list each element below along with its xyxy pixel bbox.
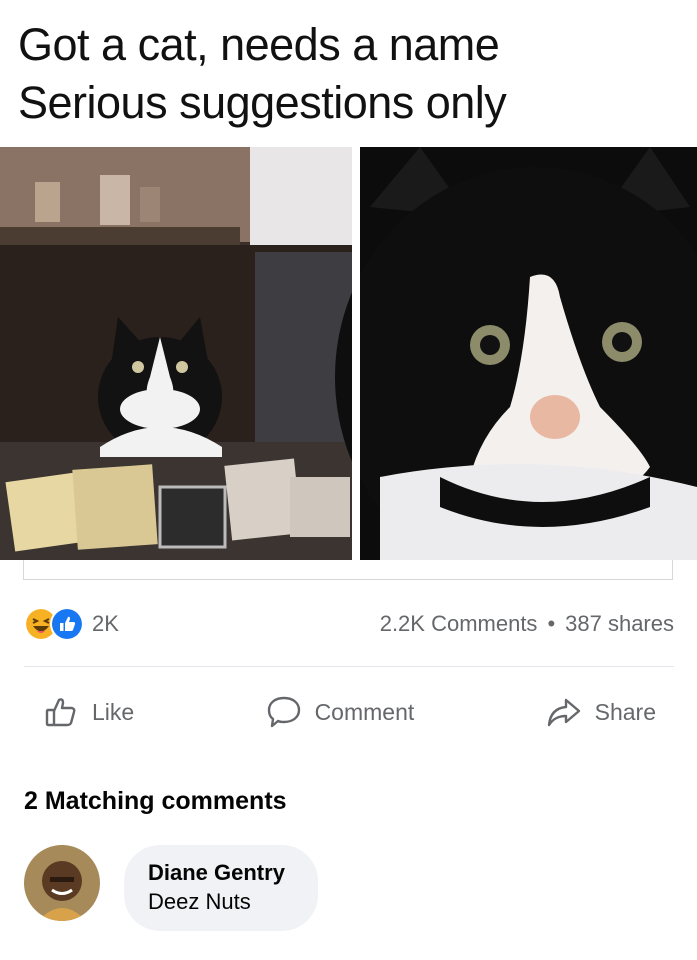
- reactions-bar: 2K 2.2K Comments • 387 shares: [24, 604, 674, 644]
- stats-separator: •: [547, 611, 556, 636]
- comment-label: Comment: [314, 698, 415, 725]
- divider: [24, 666, 674, 667]
- link-card-edge: [23, 560, 673, 580]
- post-actions: Like Comment Share: [24, 686, 674, 738]
- comment-bubble[interactable]: Diane Gentry Deez Nuts: [124, 845, 318, 931]
- caption-line-1: Got a cat, needs a name: [18, 19, 500, 70]
- like-button[interactable]: Like: [24, 693, 152, 731]
- thumbs-up-icon: [45, 698, 76, 727]
- comment-item: Diane Gentry Deez Nuts: [24, 845, 318, 931]
- comment-text: Deez Nuts: [148, 889, 251, 914]
- matching-comments-title: 2 Matching comments: [24, 787, 287, 815]
- shares-count[interactable]: 387 shares: [565, 611, 674, 637]
- avatar[interactable]: [24, 845, 100, 921]
- caption-line-2: Serious suggestions only: [18, 77, 507, 128]
- post-stats: 2.2K Comments • 387 shares: [380, 611, 674, 637]
- meme-caption: Got a cat, needs a name Serious suggesti…: [18, 16, 678, 132]
- cat-photo-illustration: [0, 147, 697, 560]
- comment-icon: [267, 696, 300, 728]
- reaction-count: 2K: [92, 611, 119, 636]
- like-icon: [50, 607, 84, 641]
- post-photo[interactable]: [0, 147, 697, 560]
- comment-author[interactable]: Diane Gentry: [148, 859, 294, 887]
- reaction-summary[interactable]: 2K: [24, 607, 119, 641]
- like-label: Like: [92, 698, 135, 725]
- comment-button[interactable]: Comment: [247, 693, 433, 731]
- share-button[interactable]: Share: [527, 693, 674, 731]
- share-icon: [547, 698, 580, 727]
- share-label: Share: [594, 698, 656, 725]
- comments-count[interactable]: 2.2K Comments: [380, 611, 538, 637]
- avatar-photo: [24, 845, 100, 921]
